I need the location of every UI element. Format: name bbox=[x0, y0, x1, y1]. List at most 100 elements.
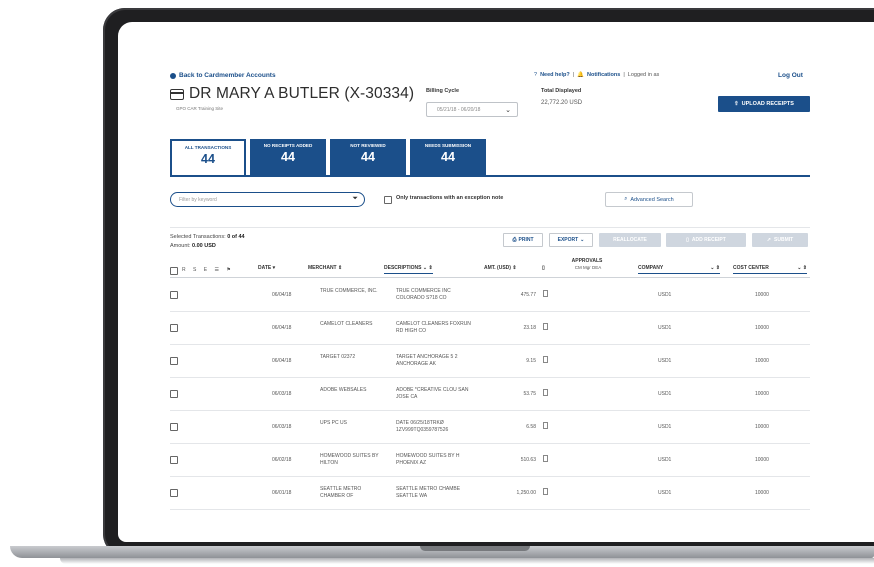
cell-date: 06/03/18 bbox=[272, 391, 292, 397]
row-checkbox[interactable] bbox=[170, 357, 178, 365]
cell-merchant: HOMEWOOD SUITES BY HILTON bbox=[320, 453, 379, 466]
tab-count: 44 bbox=[201, 152, 215, 166]
cell-description: TRUE COMMERCE INC COLORADO S?18 CO bbox=[396, 288, 451, 301]
total-displayed-value: 22,772.20 USD bbox=[541, 100, 583, 106]
cell-description: HOMEWOOD SUITES BY H PHOENIX AZ bbox=[396, 453, 460, 466]
select-all-checkbox[interactable] bbox=[170, 267, 178, 275]
row-checkbox[interactable] bbox=[170, 291, 178, 299]
column-label: AMT. (USD) bbox=[484, 265, 511, 271]
receipt-icon[interactable] bbox=[543, 455, 548, 462]
row-checkbox[interactable] bbox=[170, 489, 178, 497]
column-header-amount[interactable]: AMT. (USD) ⇕ bbox=[484, 265, 517, 271]
submit-button[interactable]: ➚ SUBMIT bbox=[752, 233, 808, 247]
column-header-merchant[interactable]: MERCHANT ⇕ bbox=[308, 265, 342, 271]
tab-no-receipts-added[interactable]: NO RECEIPTS ADDED 44 bbox=[250, 139, 326, 175]
add-receipt-button[interactable]: ▯ ADD RECEIPT bbox=[666, 233, 746, 247]
column-header-description[interactable]: DESCRIPTIONS ⌄ ⇕ bbox=[384, 265, 433, 274]
receipt-icon[interactable] bbox=[543, 389, 548, 396]
tab-not-reviewed[interactable]: NOT REVIEWED 44 bbox=[330, 139, 406, 175]
cell-merchant: UPS PC US bbox=[320, 420, 347, 426]
tab-count: 44 bbox=[281, 150, 295, 164]
tab-count: 44 bbox=[361, 150, 375, 164]
export-label: EXPORT bbox=[557, 237, 579, 243]
cell-date: 06/04/18 bbox=[272, 325, 292, 331]
printer-icon: ⎙ bbox=[512, 237, 517, 243]
table-row[interactable]: 06/04/18 TRUE COMMERCE, INC. TRUE COMMERCE… bbox=[170, 279, 810, 312]
tab-needs-submission[interactable]: NEEDS SUBMISSION 44 bbox=[410, 139, 486, 175]
logout-link[interactable]: Log Out bbox=[778, 72, 803, 79]
status-icon-columns: R S E ☰ ⚑ bbox=[182, 267, 234, 273]
cell-company: USD1 bbox=[658, 490, 672, 496]
cell-company: USD1 bbox=[658, 358, 672, 364]
billing-cycle-select[interactable]: 05/21/18 - 06/20/18 ⌄ bbox=[426, 102, 518, 117]
divider bbox=[170, 227, 810, 228]
receipt-icon[interactable] bbox=[543, 422, 548, 429]
cell-cost-center: 10000 bbox=[755, 457, 769, 463]
tab-label: NO RECEIPTS ADDED bbox=[263, 143, 313, 148]
export-button[interactable]: EXPORT ⌄ bbox=[549, 233, 593, 247]
table-row[interactable]: 06/04/18 TARGET 02372 TARGET ANCHORAGE 5 2… bbox=[170, 345, 810, 378]
print-label: PRINT bbox=[518, 237, 534, 243]
receipt-icon: ▯ bbox=[686, 237, 689, 243]
receipt-icon[interactable] bbox=[543, 488, 548, 495]
exception-note-checkbox[interactable] bbox=[384, 196, 392, 204]
table-row[interactable]: 06/01/18 SEATTLE METRO CHAMBER OF SEATTLE … bbox=[170, 477, 810, 510]
help-icon: ? bbox=[534, 72, 538, 78]
reallocate-label: REALLOCATE bbox=[613, 237, 647, 243]
transactions-app: Back to Cardmember Accounts DR MARY A BU… bbox=[118, 22, 874, 542]
row-checkbox[interactable] bbox=[170, 456, 178, 464]
transaction-tabs: ALL TRANSACTIONS 44 NO RECEIPTS ADDED 44… bbox=[170, 139, 486, 175]
keyword-filter-input[interactable]: Filter by keyword ⏷ bbox=[170, 192, 365, 207]
receipt-icon[interactable] bbox=[543, 356, 548, 363]
upload-receipts-button[interactable]: ⇧ UPLOAD RECEIPTS bbox=[718, 96, 810, 112]
cell-merchant: CAMELOT CLEANERS bbox=[320, 321, 373, 327]
table-row[interactable]: 06/02/18 HOMEWOOD SUITES BY HILTON HOMEWOO… bbox=[170, 444, 810, 477]
chevron-down-icon: ⌄ bbox=[505, 107, 511, 114]
cell-company: USD1 bbox=[658, 325, 672, 331]
column-header-company[interactable]: COMPANY ⌄ ⇕ bbox=[638, 265, 720, 274]
selected-label: Selected Transactions: bbox=[170, 234, 226, 240]
reallocate-button[interactable]: REALLOCATE bbox=[599, 233, 661, 247]
print-button[interactable]: ⎙ PRINT bbox=[503, 233, 543, 247]
upload-icon: ⇧ bbox=[734, 101, 739, 107]
approvals-subheader: CM Mgr DEA bbox=[574, 265, 602, 270]
tab-all-transactions[interactable]: ALL TRANSACTIONS 44 bbox=[170, 139, 246, 175]
table-row[interactable]: 06/04/18 CAMELOT CLEANERS CAMELOT CLEANERS… bbox=[170, 312, 810, 345]
cardholder-name: DR MARY A BUTLER (X-30334) bbox=[189, 85, 415, 102]
receipt-icon[interactable] bbox=[543, 290, 548, 297]
column-header-cost-center[interactable]: COST CENTER ⌄ ⇕ bbox=[733, 265, 807, 274]
notifications-link[interactable]: Notifications bbox=[587, 72, 620, 78]
cell-company: USD1 bbox=[658, 292, 672, 298]
column-header-date[interactable]: DATE ▾ bbox=[258, 265, 275, 271]
back-to-accounts-link[interactable]: Back to Cardmember Accounts bbox=[170, 72, 276, 79]
search-icon: ⌕ bbox=[624, 196, 628, 202]
column-header-approvals: APPROVALS bbox=[571, 258, 603, 264]
submit-label: SUBMIT bbox=[774, 237, 794, 243]
cell-date: 06/04/18 bbox=[272, 358, 292, 364]
cell-cost-center: 10000 bbox=[755, 358, 769, 364]
column-label: DESCRIPTIONS bbox=[384, 265, 422, 271]
row-checkbox[interactable] bbox=[170, 423, 178, 431]
cell-description: ADOBE *CREATIVE CLOU SAN JOSE CA bbox=[396, 387, 469, 400]
row-checkbox[interactable] bbox=[170, 324, 178, 332]
cell-amount: 6.58 bbox=[526, 424, 536, 430]
column-label: MERCHANT bbox=[308, 265, 337, 271]
advanced-search-button[interactable]: ⌕ Advanced Search bbox=[605, 192, 693, 207]
table-row[interactable]: 06/03/18 UPS PC US DATE 06/25/18TRKØ 1ZV99… bbox=[170, 411, 810, 444]
amount-label: Amount: bbox=[170, 243, 191, 249]
cell-merchant: ADOBE WEBSALES bbox=[320, 387, 367, 393]
chevron-down-icon: ⌄ ⇕ bbox=[710, 265, 720, 271]
receipt-icon[interactable] bbox=[543, 323, 548, 330]
row-checkbox[interactable] bbox=[170, 390, 178, 398]
billing-cycle-label: Billing Cycle bbox=[426, 88, 460, 94]
cell-merchant: SEATTLE METRO CHAMBER OF bbox=[320, 486, 362, 499]
separator: | bbox=[572, 72, 575, 78]
need-help-link[interactable]: Need help? bbox=[540, 72, 570, 78]
table-row[interactable]: 06/03/18 ADOBE WEBSALES ADOBE *CREATIVE CL… bbox=[170, 378, 810, 411]
cell-company: USD1 bbox=[658, 391, 672, 397]
laptop-hinge bbox=[420, 546, 530, 551]
exception-note-label: Only transactions with an exception note bbox=[396, 195, 504, 201]
selected-count: 0 of 44 bbox=[227, 234, 245, 240]
cell-description: CAMELOT CLEANERS FOXRUN RD HIGH CO bbox=[396, 321, 471, 334]
cell-amount: 510.63 bbox=[520, 457, 536, 463]
